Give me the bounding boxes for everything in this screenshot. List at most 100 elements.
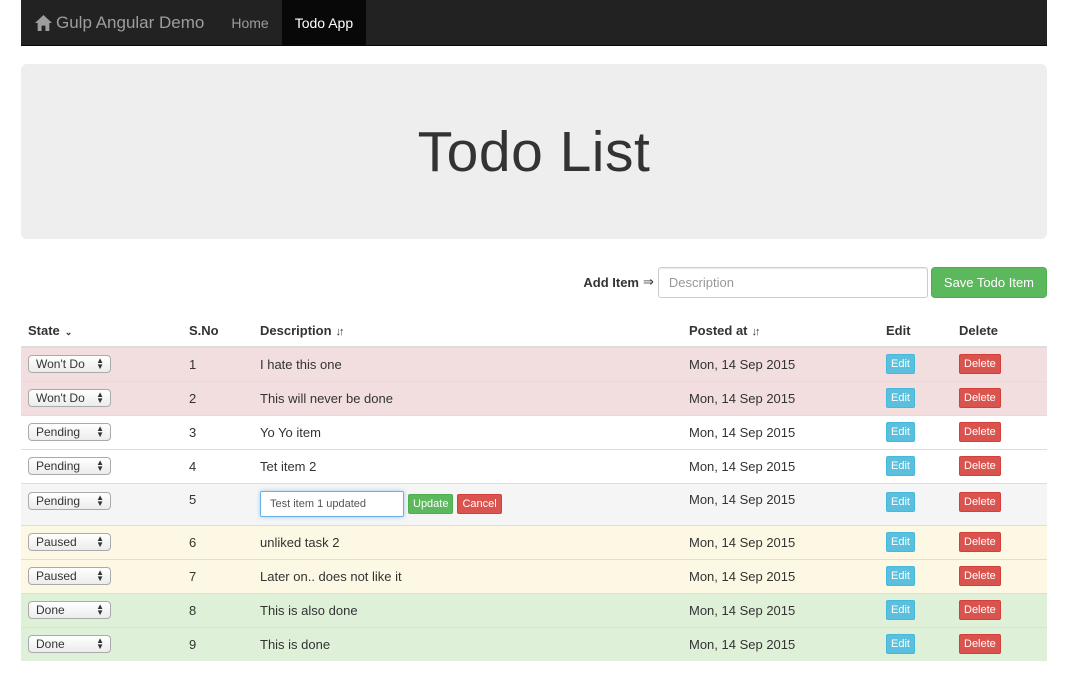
- description-cell: This is also done: [253, 592, 682, 627]
- posted-at-cell: Mon, 14 Sep 2015: [682, 482, 879, 525]
- state-select-value: Won't Do: [36, 391, 85, 405]
- chevron-down-icon: ⌄: [64, 326, 73, 337]
- table-header-row: State ⌄ S.No Description ↓↑ Posted at ↓↑ Ed…: [21, 314, 1047, 348]
- state-select-value: Done: [36, 603, 65, 617]
- delete-cell: Delete: [952, 414, 1047, 449]
- page-title: Todo List: [417, 119, 651, 184]
- edit-cell: Edit: [879, 380, 952, 415]
- sno-cell: 6: [182, 524, 253, 559]
- description-cell: UpdateCancel: [253, 482, 682, 525]
- navbar: Gulp Angular Demo Home Todo App: [21, 0, 1047, 46]
- nav-link-home[interactable]: Home: [218, 0, 281, 45]
- brand-link[interactable]: Gulp Angular Demo: [21, 0, 218, 45]
- state-select-value: Pending: [36, 459, 81, 473]
- edit-button[interactable]: Edit: [886, 456, 915, 476]
- delete-button[interactable]: Delete: [959, 600, 1001, 620]
- posted-at-cell: Mon, 14 Sep 2015: [682, 448, 879, 483]
- edit-cell: Edit: [879, 346, 952, 381]
- sort-icon: ↓↑: [335, 325, 345, 338]
- table-row: Won't Do ▲ ▼ 2 This will never be done Mon, 1…: [21, 380, 1047, 415]
- state-select-value: Pending: [36, 425, 81, 439]
- sort-icon: ↓↑: [751, 325, 761, 338]
- edit-cell: Edit: [879, 592, 952, 627]
- posted-at-cell: Mon, 14 Sep 2015: [682, 380, 879, 415]
- edit-button[interactable]: Edit: [886, 600, 915, 620]
- nav-link-todo-app[interactable]: Todo App: [281, 0, 367, 45]
- state-header[interactable]: State ⌄: [21, 314, 182, 348]
- sno-cell: 5: [182, 482, 253, 525]
- edit-button[interactable]: Edit: [886, 388, 915, 408]
- state-select[interactable]: Pending ▲ ▼: [28, 491, 111, 510]
- state-cell: Paused ▲ ▼: [21, 524, 182, 559]
- state-select[interactable]: Pending ▲ ▼: [28, 423, 111, 441]
- select-arrows-icon: ▲ ▼: [96, 458, 104, 473]
- edit-button[interactable]: Edit: [886, 566, 915, 586]
- sno-header: S.No: [182, 314, 253, 348]
- table-row: Paused ▲ ▼ 6 unliked task 2 Mon, 14 Sep 2015 E…: [21, 524, 1047, 559]
- delete-button[interactable]: Delete: [959, 456, 1001, 476]
- description-header[interactable]: Description ↓↑: [253, 314, 682, 348]
- state-select[interactable]: Done ▲ ▼: [28, 601, 111, 619]
- posted-at-cell: Mon, 14 Sep 2015: [682, 592, 879, 627]
- delete-cell: Delete: [952, 558, 1047, 593]
- select-arrows-icon: ▲ ▼: [96, 356, 104, 372]
- todo-table-body: Won't Do ▲ ▼ 1 I hate this one Mon, 14 Sep 20…: [21, 346, 1047, 661]
- state-select-value: Pending: [36, 493, 81, 508]
- edit-button[interactable]: Edit: [886, 422, 915, 442]
- table-row: Done ▲ ▼ 8 This is also done Mon, 14 Sep 2015…: [21, 592, 1047, 627]
- description-cell: Later on.. does not like it: [253, 558, 682, 593]
- state-cell: Pending ▲ ▼: [21, 482, 182, 525]
- delete-cell: Delete: [952, 346, 1047, 381]
- edit-description-input[interactable]: [260, 490, 404, 517]
- table-row: Paused ▲ ▼ 7 Later on.. does not like it Mon,…: [21, 558, 1047, 593]
- state-select-value: Done: [36, 637, 65, 652]
- description-input[interactable]: [657, 266, 928, 298]
- delete-cell: Delete: [952, 626, 1047, 661]
- delete-button[interactable]: Delete: [959, 491, 1001, 512]
- posted-at-cell: Mon, 14 Sep 2015: [682, 346, 879, 381]
- state-select-value: Paused: [36, 535, 77, 549]
- description-cell: Yo Yo item: [253, 414, 682, 449]
- select-arrows-icon: ▲ ▼: [96, 534, 104, 549]
- edit-button[interactable]: Edit: [886, 634, 915, 655]
- inline-edit-form: UpdateCancel: [260, 490, 675, 517]
- state-select-value: Paused: [36, 569, 77, 583]
- edit-cell: Edit: [879, 414, 952, 449]
- posted-at-header[interactable]: Posted at ↓↑: [682, 314, 879, 348]
- update-button[interactable]: Update: [408, 493, 454, 514]
- delete-button[interactable]: Delete: [959, 354, 1001, 375]
- delete-cell: Delete: [952, 380, 1047, 415]
- edit-cell: Edit: [879, 626, 952, 661]
- delete-button[interactable]: Delete: [959, 634, 1001, 655]
- state-select[interactable]: Paused ▲ ▼: [28, 533, 111, 551]
- delete-cell: Delete: [952, 448, 1047, 483]
- posted-at-cell: Mon, 14 Sep 2015: [682, 558, 879, 593]
- state-select[interactable]: Won't Do ▲ ▼: [28, 355, 111, 374]
- select-arrows-icon: ▲ ▼: [96, 424, 104, 439]
- description-cell: unliked task 2: [253, 524, 682, 559]
- state-select[interactable]: Paused ▲ ▼: [28, 567, 111, 585]
- delete-button[interactable]: Delete: [959, 388, 1001, 408]
- edit-cell: Edit: [879, 482, 952, 525]
- edit-button[interactable]: Edit: [886, 532, 915, 552]
- edit-button[interactable]: Edit: [886, 491, 915, 512]
- select-arrows-icon: ▲ ▼: [96, 390, 104, 405]
- cancel-button[interactable]: Cancel: [457, 493, 502, 514]
- save-todo-button[interactable]: Save Todo Item: [930, 266, 1047, 298]
- description-cell: Tet item 2: [253, 448, 682, 483]
- state-select[interactable]: Won't Do ▲ ▼: [28, 389, 111, 407]
- select-arrows-icon: ▲ ▼: [96, 636, 104, 652]
- add-item-form: Add Item ⇒ Save Todo Item: [583, 266, 1047, 298]
- state-select[interactable]: Done ▲ ▼: [28, 635, 111, 654]
- edit-button[interactable]: Edit: [886, 354, 915, 375]
- state-select[interactable]: Pending ▲ ▼: [28, 457, 111, 475]
- delete-button[interactable]: Delete: [959, 566, 1001, 586]
- edit-header: Edit: [879, 314, 952, 348]
- delete-button[interactable]: Delete: [959, 532, 1001, 552]
- todo-table: State ⌄ S.No Description ↓↑ Posted at ↓↑ Ed…: [21, 314, 1047, 661]
- edit-cell: Edit: [879, 524, 952, 559]
- state-cell: Paused ▲ ▼: [21, 558, 182, 593]
- description-cell: This will never be done: [253, 380, 682, 415]
- delete-button[interactable]: Delete: [959, 422, 1001, 442]
- select-arrows-icon: ▲ ▼: [96, 568, 104, 583]
